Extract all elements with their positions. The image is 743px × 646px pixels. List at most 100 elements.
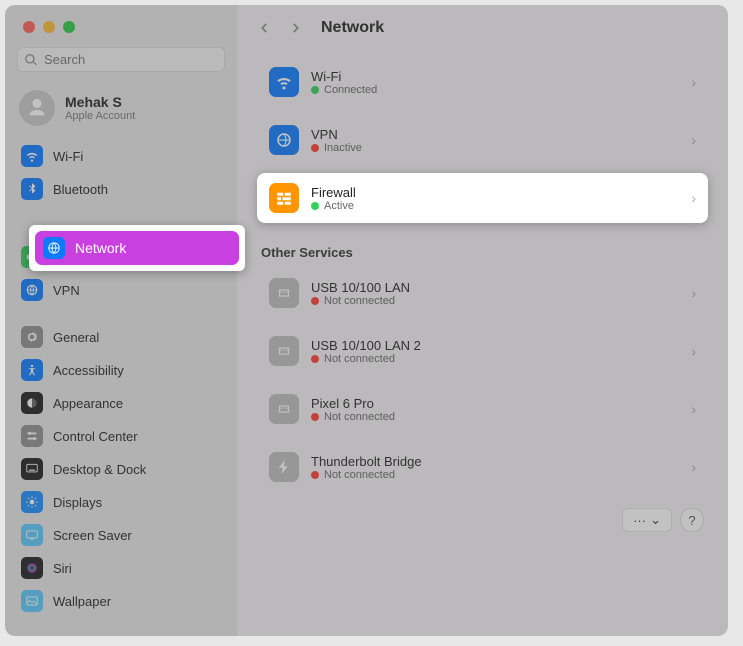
back-button[interactable] xyxy=(257,20,271,36)
service-text: VPN Inactive xyxy=(311,127,679,154)
more-options-button[interactable]: ···⌄ xyxy=(622,508,672,532)
settings-window: Mehak S Apple Account Wi-Fi Bluetooth Ba… xyxy=(5,5,728,636)
service-text: Thunderbolt Bridge Not connected xyxy=(311,454,679,481)
service-title: Thunderbolt Bridge xyxy=(311,454,679,469)
network-service-firewall[interactable]: Firewall Active › xyxy=(257,173,708,223)
sidebar-item-label: VPN xyxy=(53,283,80,298)
status-dot-icon xyxy=(311,355,319,363)
status-dot-icon xyxy=(311,413,319,421)
service-text: Pixel 6 Pro Not connected xyxy=(311,396,679,423)
chevron-right-icon: › xyxy=(691,401,696,417)
footer-row: ···⌄ ? xyxy=(257,500,708,540)
sidebar: Mehak S Apple Account Wi-Fi Bluetooth Ba… xyxy=(5,5,237,636)
chevron-right-icon: › xyxy=(691,132,696,148)
chevron-right-icon: › xyxy=(691,343,696,359)
sidebar-item-label: Desktop & Dock xyxy=(53,462,146,477)
vpn-icon xyxy=(21,279,43,301)
close-window-button[interactable] xyxy=(23,21,35,33)
network-service-thunderbolt[interactable]: Thunderbolt Bridge Not connected › xyxy=(257,442,708,492)
displays-icon xyxy=(21,491,43,513)
sidebar-item-label: Accessibility xyxy=(53,363,124,378)
ethernet-icon xyxy=(269,278,299,308)
service-text: USB 10/100 LAN Not connected xyxy=(311,280,679,307)
network-service-wifi[interactable]: Wi-Fi Connected › xyxy=(257,57,708,107)
desktop-dock-icon xyxy=(21,458,43,480)
page-title: Network xyxy=(321,19,384,37)
service-status: Active xyxy=(311,200,679,212)
network-service-pixel[interactable]: Pixel 6 Pro Not connected › xyxy=(257,384,708,434)
appearance-icon xyxy=(21,392,43,414)
chevron-down-icon: ⌄ xyxy=(650,512,661,528)
sidebar-item-label: Appearance xyxy=(53,396,123,411)
help-button[interactable]: ? xyxy=(680,508,704,532)
service-text: USB 10/100 LAN 2 Not connected xyxy=(311,338,679,365)
chevron-right-icon: › xyxy=(691,74,696,90)
sidebar-item-general[interactable]: General xyxy=(13,321,229,353)
network-service-usb-lan-2[interactable]: USB 10/100 LAN 2 Not connected › xyxy=(257,326,708,376)
bluetooth-icon xyxy=(21,178,43,200)
sidebar-item-appearance[interactable]: Appearance xyxy=(13,387,229,419)
firewall-icon xyxy=(269,183,299,213)
search-icon xyxy=(24,53,38,67)
sidebar-item-accessibility[interactable]: Accessibility xyxy=(13,354,229,386)
service-status: Connected xyxy=(311,84,679,96)
chevron-right-icon: › xyxy=(691,190,696,206)
zoom-window-button[interactable] xyxy=(63,21,75,33)
sidebar-item-siri[interactable]: Siri xyxy=(13,552,229,584)
sidebar-item-label: Screen Saver xyxy=(53,528,132,543)
chevron-right-icon: › xyxy=(691,459,696,475)
service-text: Wi-Fi Connected xyxy=(311,69,679,96)
forward-button[interactable] xyxy=(289,20,303,36)
main-panel: Network Wi-Fi Connected › VPN Inactive › xyxy=(237,5,728,636)
ethernet-icon xyxy=(269,394,299,424)
sidebar-item-wifi[interactable]: Wi-Fi xyxy=(13,140,229,172)
sidebar-item-displays[interactable]: Displays xyxy=(13,486,229,518)
sidebar-list: Wi-Fi Bluetooth Battery VPN General xyxy=(5,140,237,626)
sidebar-item-label: Siri xyxy=(53,561,72,576)
status-dot-icon xyxy=(311,202,319,210)
sidebar-item-wallpaper[interactable]: Wallpaper xyxy=(13,585,229,617)
status-dot-icon xyxy=(311,144,319,152)
service-title: USB 10/100 LAN xyxy=(311,280,679,295)
service-status: Not connected xyxy=(311,469,679,481)
service-title: Pixel 6 Pro xyxy=(311,396,679,411)
network-service-usb-lan[interactable]: USB 10/100 LAN Not connected › xyxy=(257,268,708,318)
search-wrap xyxy=(17,47,225,72)
network-service-vpn[interactable]: VPN Inactive › xyxy=(257,115,708,165)
user-name: Mehak S xyxy=(65,94,135,110)
service-title: Wi-Fi xyxy=(311,69,679,84)
sidebar-item-label: General xyxy=(53,330,99,345)
apple-account-row[interactable]: Mehak S Apple Account xyxy=(5,84,237,140)
battery-icon xyxy=(21,246,43,268)
thunderbolt-icon xyxy=(269,452,299,482)
sidebar-item-vpn[interactable]: VPN xyxy=(13,274,229,306)
sidebar-item-desktop-dock[interactable]: Desktop & Dock xyxy=(13,453,229,485)
service-status: Not connected xyxy=(311,411,679,423)
wifi-icon xyxy=(269,67,299,97)
minimize-window-button[interactable] xyxy=(43,21,55,33)
user-subtitle: Apple Account xyxy=(65,110,135,122)
service-title: USB 10/100 LAN 2 xyxy=(311,338,679,353)
accessibility-icon xyxy=(21,359,43,381)
sidebar-item-battery[interactable]: Battery xyxy=(13,241,229,273)
main-header: Network xyxy=(237,5,728,51)
window-controls xyxy=(5,15,237,47)
ethernet-icon xyxy=(269,336,299,366)
search-input[interactable] xyxy=(17,47,225,72)
sidebar-item-label: Bluetooth xyxy=(53,182,108,197)
service-status: Not connected xyxy=(311,295,679,307)
sidebar-item-label: Displays xyxy=(53,495,102,510)
wifi-icon xyxy=(21,145,43,167)
wallpaper-icon xyxy=(21,590,43,612)
avatar xyxy=(19,90,55,126)
main-body: Wi-Fi Connected › VPN Inactive › Firewal… xyxy=(237,51,728,636)
control-center-icon xyxy=(21,425,43,447)
siri-icon xyxy=(21,557,43,579)
screen-saver-icon xyxy=(21,524,43,546)
service-status: Not connected xyxy=(311,353,679,365)
sidebar-item-label: Control Center xyxy=(53,429,138,444)
sidebar-item-bluetooth[interactable]: Bluetooth xyxy=(13,173,229,205)
sidebar-item-screen-saver[interactable]: Screen Saver xyxy=(13,519,229,551)
sidebar-item-control-center[interactable]: Control Center xyxy=(13,420,229,452)
service-title: Firewall xyxy=(311,185,679,200)
